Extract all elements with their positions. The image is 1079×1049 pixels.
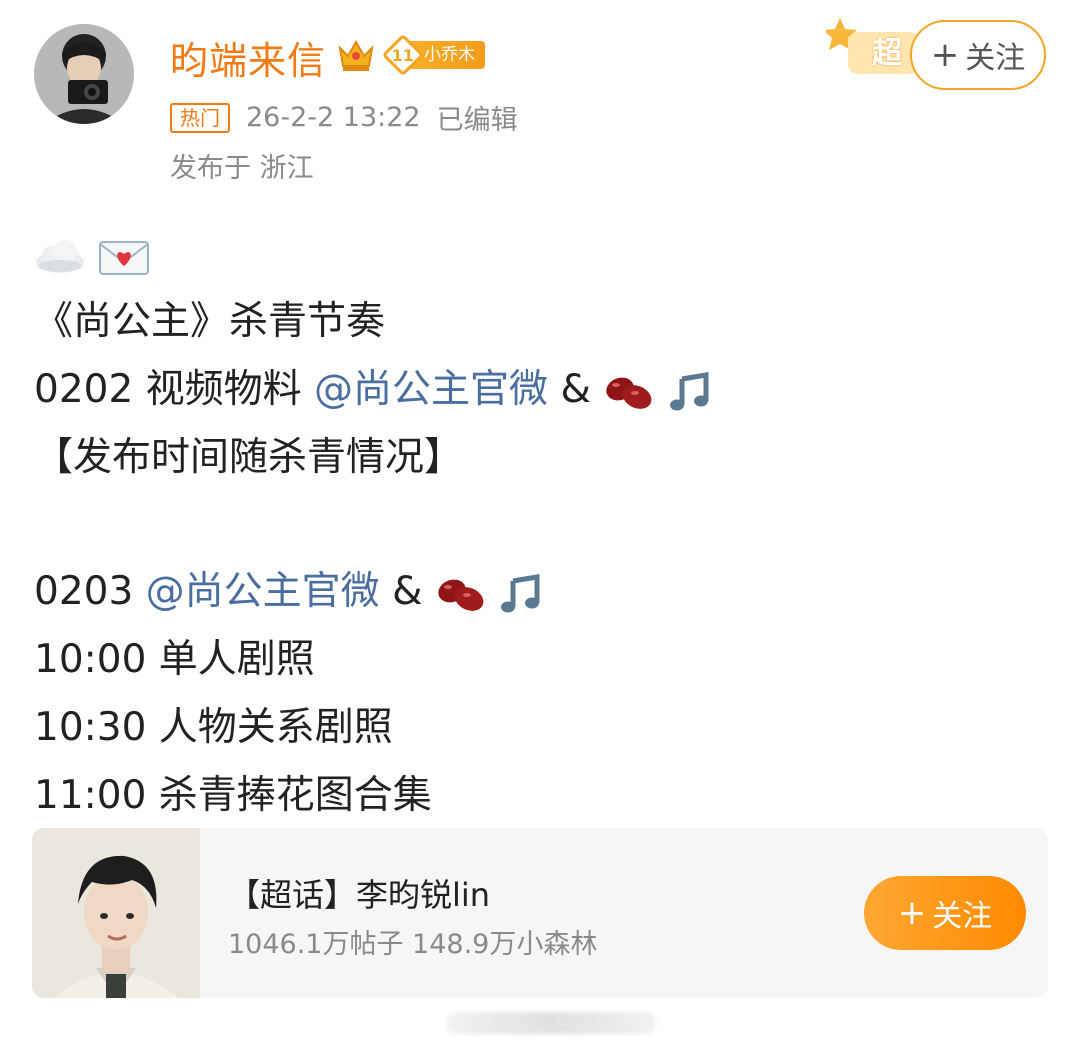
follow-label: 关注 (932, 899, 993, 934)
super-badge-label: 超 (872, 36, 902, 71)
emoji-line (34, 220, 712, 288)
music-note-emoji-icon (501, 573, 540, 612)
follow-button[interactable]: + 关注 (910, 20, 1046, 90)
avatar-photo (34, 24, 134, 124)
mention-link[interactable]: @尚公主官微 (314, 367, 548, 412)
bean-emoji-icon (438, 579, 484, 611)
username[interactable]: 昀端来信 (170, 30, 326, 85)
post-location: 发布于 浙江 (170, 153, 314, 184)
content-line-4-text: 0203 (34, 569, 146, 614)
content-line-4-suffix: & (379, 569, 435, 614)
super-topic-title: 【超话】李昀锐lin (228, 876, 491, 914)
content-line-4: 0203 @尚公主官微 & (34, 558, 712, 626)
fan-level: 11 (391, 45, 415, 65)
music-note-emoji-icon (669, 371, 709, 410)
edited-label[interactable]: 已编辑 (437, 98, 518, 137)
content-line-2-text: 0202 视频物料 (34, 367, 315, 412)
portrait-image (32, 828, 200, 998)
super-topic-card[interactable]: 【超话】李昀锐lin 1046.1万帖子 148.9万小森林 + 关注 (32, 828, 1048, 998)
super-topic-follow-button[interactable]: + 关注 (864, 876, 1026, 950)
user-avatar[interactable] (34, 24, 134, 124)
fan-badge[interactable]: 11 小乔木 (381, 33, 485, 77)
content-line-2: 0202 视频物料 @尚公主官微 & (34, 356, 712, 424)
super-topic-stats: 1046.1万帖子 148.9万小森林 (228, 929, 598, 960)
blurred-watermark (446, 1012, 656, 1034)
content-line-2-suffix: & (548, 367, 591, 412)
super-topic-image (32, 828, 200, 998)
post-meta: 热门 26-2-2 13:22 已编辑 (170, 98, 518, 137)
bean-emoji-icon (606, 377, 652, 409)
cloud-emoji-icon (36, 239, 84, 273)
love-letter-emoji-icon (99, 240, 150, 275)
post-timestamp: 26-2-2 13:22 (246, 102, 421, 133)
post-content: 《尚公主》杀青节奏 0202 视频物料 @尚公主官微 & 【发布时间随杀青情况】… (34, 220, 712, 830)
plus-icon: + (897, 893, 927, 933)
content-line-3: 【发布时间随杀青情况】 (34, 435, 464, 480)
content-line-7: 11:00 杀青捧花图合集 (34, 773, 432, 818)
follow-label: 关注 (965, 41, 1026, 76)
content-line-6: 10:30 人物关系剧照 (34, 705, 393, 750)
content-line-1: 《尚公主》杀青节奏 (34, 299, 386, 344)
crown-icon (338, 39, 374, 71)
content-line-5: 10:00 单人剧照 (34, 637, 315, 682)
mention-link[interactable]: @尚公主官微 (146, 569, 380, 614)
plus-icon: + (930, 35, 960, 75)
hot-tag: 热门 (170, 102, 230, 133)
